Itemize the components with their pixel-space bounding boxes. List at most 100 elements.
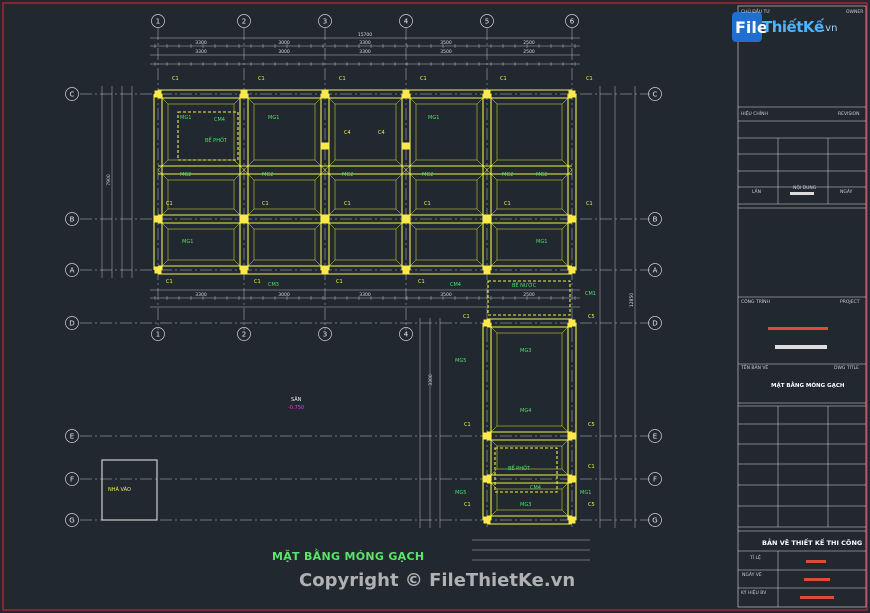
grid-bubble-row-label: B xyxy=(653,216,658,224)
grid-bubble-col-label: 4 xyxy=(404,331,409,339)
annotation-label: BỂ NƯỚC xyxy=(512,281,537,289)
column xyxy=(240,215,248,223)
column xyxy=(483,516,491,524)
tb-date2: NGÀY VẼ xyxy=(742,573,762,578)
cad-drawing-canvas[interactable]: 1 1 2 2 3 3 4 4 5 6 C C B B A A D D E E F F G G 15700 3300 3300 330… xyxy=(0,0,870,613)
column xyxy=(483,475,491,483)
grid-bubble-col-label: 5 xyxy=(485,18,489,26)
footing-outline xyxy=(496,228,563,261)
copyright-watermark: Copyright © FileThietKe.vn xyxy=(299,570,576,591)
annotation-label: CM4 xyxy=(530,485,541,491)
level-value: -0.750 xyxy=(288,405,305,411)
tb-times: LẦN xyxy=(752,190,761,195)
footing-diag xyxy=(314,159,326,171)
beam-label: MG3 xyxy=(520,502,531,508)
column xyxy=(154,215,162,223)
annotation-label: CM4 xyxy=(450,282,461,288)
column xyxy=(483,319,491,327)
column xyxy=(483,90,491,98)
footing-outline xyxy=(415,103,478,161)
tb-owner: CHỦ ĐẦU TƯ xyxy=(741,10,771,15)
column xyxy=(568,90,576,98)
dim-text: 3300 xyxy=(195,40,207,46)
grid-bubble-row-label: F xyxy=(70,476,74,484)
column xyxy=(321,266,329,274)
beam-label: MG1 xyxy=(182,239,193,245)
column xyxy=(402,142,410,150)
column-label: C4 xyxy=(378,130,385,136)
tb-sheet: KÝ HIỆU BV xyxy=(741,591,767,596)
column xyxy=(568,266,576,274)
column-label: C1 xyxy=(262,201,269,207)
column xyxy=(568,319,576,327)
column xyxy=(240,266,248,274)
annotation-label: CM3 xyxy=(268,282,279,288)
footing-diag xyxy=(157,159,169,171)
column xyxy=(483,266,491,274)
dim-text: 3300 xyxy=(428,374,434,386)
footing-diag xyxy=(476,169,488,181)
column xyxy=(154,90,162,98)
column-label: C1 xyxy=(172,76,179,82)
footing-diag xyxy=(395,169,407,181)
tb-dwg-title: DWG TITLE xyxy=(834,366,860,371)
tb-red-text xyxy=(804,578,830,581)
tb-stage: BẢN VẼ THIẾT KẾ THI CÔNG xyxy=(762,539,863,547)
column xyxy=(483,432,491,440)
footing-outline xyxy=(167,228,235,261)
tb-project: CÔNG TRÌNH xyxy=(741,300,770,305)
tb-rev: REVISION xyxy=(838,112,860,117)
grid-bubble-row-label: F xyxy=(653,476,657,484)
beam-label: MG1 xyxy=(536,239,547,245)
logo-thietke: ThiếtKế xyxy=(762,18,824,36)
dim-text: 3300 xyxy=(359,49,371,55)
column-label: C1 xyxy=(420,76,427,82)
grid-bubble-col-label: 6 xyxy=(570,18,575,26)
footing-outline xyxy=(415,228,478,261)
grid-bubble-row-label: D xyxy=(69,320,74,328)
site-logo[interactable]: File ThiếtKế .vn xyxy=(732,10,844,46)
grid-bubble-row-label: D xyxy=(652,320,657,328)
column xyxy=(568,215,576,223)
title-block-frame xyxy=(737,5,867,608)
dim-text: 15700 xyxy=(358,32,372,38)
footing-diag xyxy=(395,159,407,171)
dim-text: 7900 xyxy=(106,174,112,186)
column xyxy=(402,266,410,274)
column-label: C1 xyxy=(254,279,261,285)
grid-bubble-row-label: C xyxy=(70,91,75,99)
dim-text: 2500 xyxy=(523,292,535,298)
column xyxy=(321,142,329,150)
column-label: C1 xyxy=(258,76,265,82)
title-block-lines xyxy=(738,106,866,607)
tb-dwg-name: TÊN BẢN VẼ xyxy=(741,366,769,371)
dim-text: 3300 xyxy=(195,292,207,298)
tb-scale: TỈ LỆ xyxy=(750,556,761,561)
grid-bubble-col-label: 3 xyxy=(323,331,327,339)
beam-label: MG2 xyxy=(180,172,191,178)
column xyxy=(402,215,410,223)
tb-project-sub: PROJECT xyxy=(840,300,860,305)
footing-diag xyxy=(324,159,336,171)
column-label: C1 xyxy=(344,201,351,207)
footing-diag xyxy=(405,159,417,171)
tb-content: NỘI DUNG xyxy=(793,186,817,191)
logo-domain: .vn xyxy=(822,23,838,34)
grid-bubble-row-label: A xyxy=(653,267,658,275)
beam-label: MG4 xyxy=(520,408,531,414)
tb-date: NGÀY xyxy=(840,190,853,195)
column xyxy=(568,432,576,440)
beam-label: MG1 xyxy=(428,115,439,121)
tb-red-text xyxy=(768,327,828,330)
column xyxy=(402,90,410,98)
tb-owner-sub: OWNER xyxy=(846,10,864,15)
grid-bubble-col-label: 2 xyxy=(242,331,246,339)
annotation-label: BỂ PHỐT xyxy=(508,464,531,472)
beam-label: MG1 xyxy=(268,115,279,121)
footing-diag xyxy=(405,169,417,181)
footing-diag xyxy=(233,169,245,181)
beam-label: MG5 xyxy=(455,358,466,364)
footing-diag xyxy=(243,169,255,181)
column-label: C1 xyxy=(424,201,431,207)
footing-diag xyxy=(561,159,573,171)
